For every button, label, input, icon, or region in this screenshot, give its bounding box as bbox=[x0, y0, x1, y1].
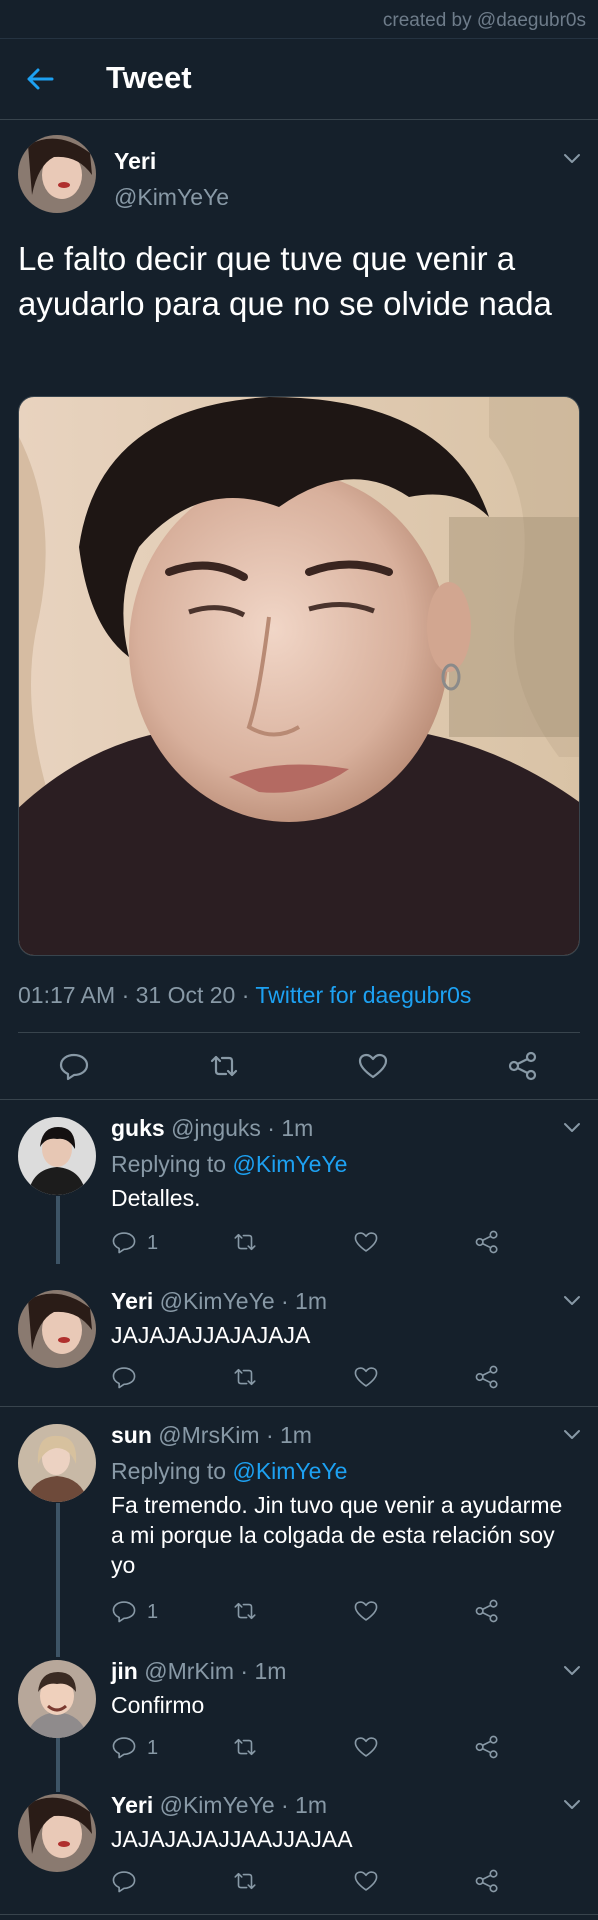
reply-header: sun @MrsKim · 1m bbox=[111, 1422, 312, 1449]
retweet-icon[interactable] bbox=[232, 1598, 258, 1624]
reply-author-name[interactable]: jin bbox=[111, 1658, 138, 1684]
share-icon[interactable] bbox=[507, 1050, 539, 1082]
reply-icon[interactable] bbox=[111, 1734, 137, 1760]
reply-icon[interactable] bbox=[111, 1229, 137, 1255]
reply-text: Fa tremendo. Jin tuvo que venir a ayudar… bbox=[111, 1492, 563, 1578]
tweet-timestamp: 01:17 AM · 31 Oct 20 · Twitter for daegu… bbox=[18, 982, 471, 1009]
reply-count: 1 bbox=[147, 1232, 159, 1254]
replying-to-label: Replying to bbox=[111, 1151, 233, 1177]
reply-count: 1 bbox=[147, 1601, 159, 1623]
tweet-text: Le falto decir que tuve que venir a ayud… bbox=[18, 240, 552, 322]
reply-author-name[interactable]: Yeri bbox=[111, 1288, 153, 1314]
share-icon[interactable] bbox=[474, 1868, 500, 1894]
retweet-icon[interactable] bbox=[208, 1050, 240, 1082]
avatar[interactable] bbox=[18, 1117, 96, 1195]
like-icon[interactable] bbox=[353, 1229, 379, 1255]
reply-text: JAJAJAJJAJAJAJA bbox=[111, 1322, 311, 1348]
divider bbox=[0, 1914, 598, 1915]
like-icon[interactable] bbox=[353, 1364, 379, 1390]
avatar[interactable] bbox=[18, 1660, 96, 1738]
share-icon[interactable] bbox=[474, 1229, 500, 1255]
reply-meta: @jnguks · 1m bbox=[171, 1115, 314, 1141]
share-icon[interactable] bbox=[474, 1734, 500, 1760]
reply-tweet[interactable]: Yeri @KimYeYe · 1m JAJAJAJJAJAJAJA bbox=[0, 1284, 598, 1406]
avatar[interactable] bbox=[18, 1794, 96, 1872]
retweet-icon[interactable] bbox=[232, 1229, 258, 1255]
retweet-icon[interactable] bbox=[232, 1868, 258, 1894]
reply-tweet[interactable]: guks @jnguks · 1m Replying to @KimYeYe D… bbox=[0, 1099, 598, 1284]
replying-to-label: Replying to bbox=[111, 1458, 233, 1484]
like-icon[interactable] bbox=[353, 1868, 379, 1894]
chevron-down-icon[interactable] bbox=[562, 1121, 582, 1135]
reply-author-name[interactable]: sun bbox=[111, 1422, 152, 1448]
chevron-down-icon[interactable] bbox=[562, 1294, 582, 1308]
chevron-down-icon[interactable] bbox=[562, 1428, 582, 1442]
watermark-credit: created by @daegubr0s bbox=[382, 10, 586, 31]
replying-to: Replying to @KimYeYe bbox=[111, 1151, 347, 1178]
retweet-icon[interactable] bbox=[232, 1734, 258, 1760]
like-icon[interactable] bbox=[353, 1598, 379, 1624]
avatar[interactable] bbox=[18, 1290, 96, 1368]
reply-header: jin @MrKim · 1m bbox=[111, 1658, 286, 1685]
reply-tweet[interactable]: jin @MrKim · 1m Confirmo 1 bbox=[0, 1656, 598, 1790]
reply-tweet[interactable]: sun @MrsKim · 1m Replying to @KimYeYe Fa… bbox=[0, 1406, 598, 1656]
share-icon[interactable] bbox=[474, 1364, 500, 1390]
chevron-down-icon[interactable] bbox=[562, 152, 582, 166]
reply-meta: @KimYeYe · 1m bbox=[159, 1792, 327, 1818]
reply-tweet[interactable]: Yeri @KimYeYe · 1m JAJAJAJAJJAAJJAJAA bbox=[0, 1790, 598, 1918]
app-bar: Tweet bbox=[0, 38, 598, 120]
reply-icon[interactable] bbox=[111, 1598, 137, 1624]
reply-icon[interactable] bbox=[58, 1050, 90, 1082]
author-handle[interactable]: @KimYeYe bbox=[114, 184, 229, 211]
chevron-down-icon[interactable] bbox=[562, 1798, 582, 1812]
like-icon[interactable] bbox=[357, 1050, 389, 1082]
reply-header: Yeri @KimYeYe · 1m bbox=[111, 1792, 327, 1819]
author-name[interactable]: Yeri bbox=[114, 148, 156, 175]
reply-text: Confirmo bbox=[111, 1692, 205, 1718]
reply-author-name[interactable]: guks bbox=[111, 1115, 165, 1141]
tweet-time: 01:17 AM · 31 Oct 20 · bbox=[18, 982, 256, 1008]
reply-icon[interactable] bbox=[111, 1364, 137, 1390]
avatar[interactable] bbox=[18, 1424, 96, 1502]
divider bbox=[18, 1032, 580, 1033]
reply-icon[interactable] bbox=[111, 1868, 137, 1894]
back-arrow-icon[interactable] bbox=[26, 67, 54, 91]
reply-meta: @MrsKim · 1m bbox=[158, 1422, 312, 1448]
replying-to: Replying to @KimYeYe bbox=[111, 1458, 347, 1485]
reply-header: guks @jnguks · 1m bbox=[111, 1115, 313, 1142]
retweet-icon[interactable] bbox=[232, 1364, 258, 1390]
tweet-source-link[interactable]: Twitter for daegubr0s bbox=[255, 982, 471, 1008]
page-title: Tweet bbox=[106, 60, 192, 95]
avatar[interactable] bbox=[18, 135, 96, 213]
reply-text: Detalles. bbox=[111, 1185, 201, 1211]
tweet-photo[interactable] bbox=[18, 396, 580, 956]
reply-meta: @KimYeYe · 1m bbox=[159, 1288, 327, 1314]
reply-author-name[interactable]: Yeri bbox=[111, 1792, 153, 1818]
reply-header: Yeri @KimYeYe · 1m bbox=[111, 1288, 327, 1315]
like-icon[interactable] bbox=[353, 1734, 379, 1760]
replying-to-link[interactable]: @KimYeYe bbox=[232, 1151, 347, 1177]
reply-text: JAJAJAJAJJAAJJAJAA bbox=[111, 1826, 353, 1852]
share-icon[interactable] bbox=[474, 1598, 500, 1624]
chevron-down-icon[interactable] bbox=[562, 1664, 582, 1678]
reply-count: 1 bbox=[147, 1737, 159, 1759]
replying-to-link[interactable]: @KimYeYe bbox=[232, 1458, 347, 1484]
reply-meta: @MrKim · 1m bbox=[144, 1658, 287, 1684]
